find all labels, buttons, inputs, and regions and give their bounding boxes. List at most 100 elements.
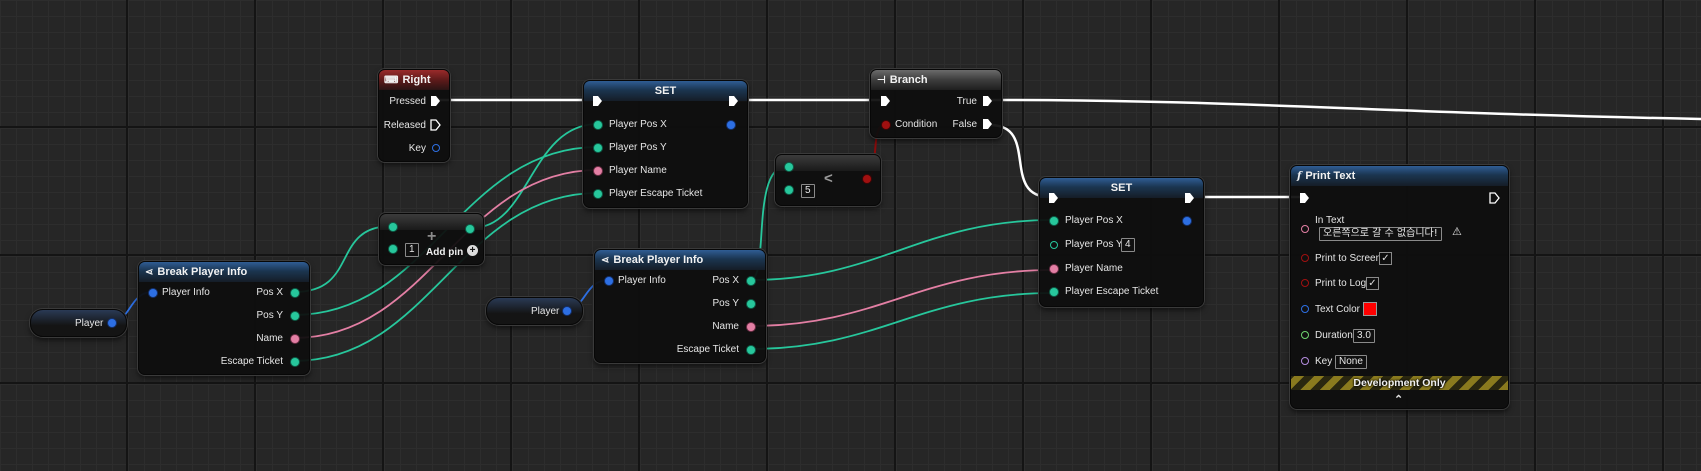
set1-exec-out-pin[interactable] [728, 95, 739, 107]
add-input-a-pin[interactable] [389, 223, 397, 231]
set2-pos-x-input-pin[interactable] [1050, 217, 1058, 225]
add-node[interactable]: + 1 Add pin + [379, 213, 484, 265]
branch-title: Branch [889, 74, 928, 86]
name-output-pin[interactable] [291, 335, 299, 343]
branch-header: ⊣ Branch [871, 70, 1001, 90]
set-node-1-title: SET [654, 85, 677, 97]
set2-ticket-input-pin[interactable] [1050, 288, 1058, 296]
key-event-header: ⌨ Right [379, 70, 449, 90]
branch-condition-pin[interactable] [882, 121, 890, 129]
name-output-pin-2[interactable] [747, 323, 755, 331]
less-input-a-pin[interactable] [785, 163, 793, 171]
set-node-2[interactable]: SET Player Pos X Player Pos Y 4 Player N… [1039, 177, 1204, 307]
in-text-pin[interactable] [1301, 225, 1309, 233]
print-to-log-label: Print to Log [1315, 278, 1367, 289]
player-info-input-pin-2[interactable] [605, 277, 613, 285]
branch-icon: ⊣ [877, 75, 886, 86]
pos-x-output-pin[interactable] [291, 289, 299, 297]
development-only-label: Development Only [1353, 377, 1446, 389]
pos-y-output-pin[interactable] [291, 312, 299, 320]
branch-true-pin[interactable] [982, 95, 993, 107]
text-color-pin[interactable] [1301, 305, 1309, 313]
print-to-screen-pin[interactable] [1301, 254, 1309, 262]
set1-pos-x-input-pin[interactable] [594, 121, 602, 129]
set2-name-input-pin[interactable] [1050, 265, 1058, 273]
add-input-b-pin[interactable] [389, 245, 397, 253]
less-symbol: < [824, 170, 833, 187]
keyboard-icon: ⌨ [384, 75, 399, 86]
escape-ticket-output-pin-2[interactable] [747, 346, 755, 354]
set2-pos-y-input-pin[interactable] [1050, 241, 1058, 249]
set1-pos-x-label: Player Pos X [609, 119, 667, 130]
add-output-pin[interactable] [466, 225, 474, 233]
pos-y-output-pin-2[interactable] [747, 300, 755, 308]
wire-add-to-setposx [471, 123, 599, 229]
break-player-info-node[interactable]: ⋖ Break Player Info Player Info Pos X Pos… [138, 261, 310, 375]
print-to-log-checkbox[interactable]: ✓ [1366, 277, 1379, 290]
duration-value[interactable]: 3.0 [1353, 329, 1375, 343]
pos-y-output-label: Pos Y [256, 310, 284, 321]
escape-ticket-output-pin[interactable] [291, 358, 299, 366]
player-variable-label: Player [75, 318, 104, 329]
branch-false-pin[interactable] [982, 118, 993, 130]
wire-ticket2-to-set2ticket [749, 292, 1054, 350]
add-input-b-value[interactable]: 1 [405, 243, 419, 257]
pos-x-output-pin-2[interactable] [747, 277, 755, 285]
set1-name-input-pin[interactable] [594, 167, 602, 175]
less-than-node[interactable]: 5 < [775, 154, 881, 206]
text-color-label: Text Color [1315, 304, 1361, 315]
player-output-pin-2[interactable] [563, 307, 571, 315]
print-text-title: Print Text [1305, 170, 1356, 182]
less-input-b-value[interactable]: 5 [801, 184, 815, 198]
branch-node[interactable]: ⊣ Branch True Condition False [870, 69, 1002, 138]
set-node-2-header: SET [1040, 178, 1203, 198]
set-node-1[interactable]: SET Player Pos X Player Pos Y Player Nam… [583, 80, 748, 208]
print-text-node[interactable]: f Print Text In Text 오른쪽으로 갈 수 없습니다! ⚠ Pr… [1290, 165, 1509, 409]
set2-pos-y-value[interactable]: 4 [1121, 238, 1135, 252]
key-output-label: Key [408, 143, 426, 154]
set1-pos-y-input-pin[interactable] [594, 144, 602, 152]
branch-true-label: True [956, 96, 977, 107]
less-input-b-pin[interactable] [785, 186, 793, 194]
set1-output-pin[interactable] [727, 121, 735, 129]
player-variable-label-2: Player [531, 306, 560, 317]
print-exec-in-pin[interactable] [1299, 192, 1310, 204]
released-exec-pin[interactable] [430, 119, 441, 131]
add-pin-label: Add pin [426, 247, 464, 258]
set1-ticket-input-pin[interactable] [594, 190, 602, 198]
player-info-input-label-2: Player Info [618, 275, 666, 286]
set2-output-pin[interactable] [1183, 217, 1191, 225]
key-event-node[interactable]: ⌨ Right Pressed Released Key [378, 69, 450, 162]
less-output-pin[interactable] [863, 175, 871, 183]
break-player-info-node-2[interactable]: ⋖ Break Player Info Player Info Pos X Pos… [594, 249, 766, 363]
name-output-label: Name [256, 333, 283, 344]
set2-exec-out-pin[interactable] [1184, 192, 1195, 204]
add-symbol: + [427, 228, 437, 245]
player-info-input-pin[interactable] [149, 289, 157, 297]
player-variable-node[interactable]: Player [30, 309, 127, 337]
expand-advanced-icon[interactable]: ⌃ [1394, 394, 1403, 406]
print-to-screen-label: Print to Screen [1315, 253, 1382, 264]
key-value[interactable]: None [1335, 355, 1367, 369]
duration-pin[interactable] [1301, 331, 1309, 339]
break-node-title: Break Player Info [157, 266, 248, 278]
key-pin[interactable] [1301, 357, 1309, 365]
player-output-pin[interactable] [108, 319, 116, 327]
set2-pos-x-label: Player Pos X [1065, 215, 1123, 226]
add-pin-icon[interactable]: + [467, 245, 478, 256]
branch-exec-in-pin[interactable] [880, 95, 891, 107]
text-color-swatch[interactable] [1363, 302, 1377, 316]
print-to-screen-checkbox[interactable]: ✓ [1379, 252, 1392, 265]
break-node-2-header: ⋖ Break Player Info [595, 250, 765, 270]
print-exec-out-pin[interactable] [1489, 192, 1500, 204]
set1-exec-in-pin[interactable] [592, 95, 603, 107]
key-output-pin[interactable] [432, 144, 440, 152]
player-variable-node-2[interactable]: Player [486, 297, 583, 325]
break-node-header: ⋖ Break Player Info [139, 262, 309, 282]
print-to-log-pin[interactable] [1301, 279, 1309, 287]
set2-exec-in-pin[interactable] [1048, 192, 1059, 204]
key-event-title: Right [402, 74, 431, 86]
branch-false-label: False [952, 119, 977, 130]
in-text-value[interactable]: 오른쪽으로 갈 수 없습니다! [1319, 227, 1442, 241]
pressed-exec-pin[interactable] [430, 95, 441, 107]
